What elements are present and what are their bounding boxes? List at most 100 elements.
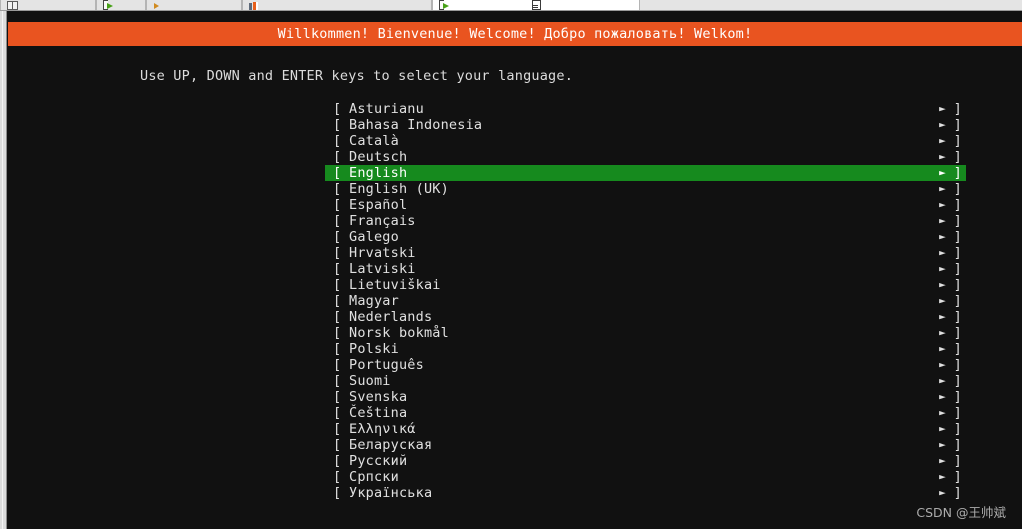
language-name: Suomi [349, 373, 391, 389]
close-bracket: ] [953, 453, 962, 469]
open-bracket: [ [333, 341, 342, 357]
open-bracket: [ [333, 357, 342, 373]
close-bracket: ] [953, 101, 962, 117]
taskbar-item-1[interactable] [96, 0, 146, 10]
language-name: Magyar [349, 293, 399, 309]
open-bracket: [ [333, 293, 342, 309]
language-item-selected[interactable]: [English ►] [325, 165, 966, 181]
language-item[interactable]: [Hrvatski ►] [325, 245, 966, 261]
submenu-arrow-icon: ► [939, 166, 946, 179]
language-item[interactable]: [Asturianu ►] [325, 101, 966, 117]
windows-taskbar[interactable] [0, 0, 1022, 11]
language-name: Српски [349, 469, 399, 485]
close-bracket: ] [953, 261, 962, 277]
language-name: Беларуская [349, 437, 433, 453]
taskbar-item-4[interactable] [432, 0, 640, 10]
language-item[interactable]: [Latviski ►] [325, 261, 966, 277]
language-name: Nederlands [349, 309, 433, 325]
language-name: Norsk bokmål [349, 325, 449, 341]
submenu-arrow-icon: ► [939, 102, 946, 115]
submenu-arrow-icon: ► [939, 374, 946, 387]
submenu-arrow-icon: ► [939, 150, 946, 163]
close-bracket: ] [953, 357, 962, 373]
submenu-arrow-icon: ► [939, 470, 946, 483]
language-item[interactable]: [ Deutsch ►] [325, 149, 966, 165]
close-bracket: ] [953, 181, 962, 197]
close-bracket: ] [953, 341, 962, 357]
submenu-arrow-icon: ► [939, 438, 946, 451]
language-item[interactable]: [ Nederlands ►] [325, 309, 966, 325]
language-name: Lietuviškai [349, 277, 441, 293]
close-bracket: ] [953, 197, 962, 213]
language-item[interactable]: [Українська ►] [325, 485, 966, 501]
open-bracket: [ [333, 277, 342, 293]
language-name: Bahasa Indonesia [349, 117, 483, 133]
language-item[interactable]: [Magyar ►] [325, 293, 966, 309]
language-item[interactable]: [Norsk bokmål ►] [325, 325, 966, 341]
language-name: Galego [349, 229, 399, 245]
language-name: Svenska [349, 389, 408, 405]
submenu-arrow-icon: ► [939, 134, 946, 147]
submenu-arrow-icon: ► [939, 246, 946, 259]
submenu-arrow-icon: ► [939, 198, 946, 211]
language-item[interactable]: [Bahasa Indonesia ►] [325, 117, 966, 133]
open-bracket: [ [333, 149, 342, 165]
taskbar-item-2[interactable] [146, 0, 242, 10]
close-bracket: ] [953, 421, 962, 437]
submenu-arrow-icon: ► [939, 454, 946, 467]
open-bracket: [ [333, 213, 342, 229]
language-item[interactable]: [ Suomi ►] [325, 373, 966, 389]
language-item[interactable]: [Français ►] [325, 213, 966, 229]
language-name: Deutsch [349, 149, 408, 165]
welcome-banner: Willkommen! Bienvenue! Welcome! Добро по… [8, 22, 1022, 46]
language-list[interactable]: [Asturianu ►] [Bahasa Indonesia ►] [Català ►]… [325, 101, 966, 501]
open-bracket: [ [333, 389, 342, 405]
language-item[interactable]: [Català ►] [325, 133, 966, 149]
language-name: Українська [349, 485, 433, 501]
language-item[interactable]: [Svenska ►] [325, 389, 966, 405]
language-item[interactable]: [Español ►] [325, 197, 966, 213]
language-item[interactable]: [English (UK) ►] [325, 181, 966, 197]
language-item[interactable]: [Српски ►] [325, 469, 966, 485]
language-item[interactable]: [Lietuviškai ►] [325, 277, 966, 293]
close-bracket: ] [953, 277, 962, 293]
submenu-arrow-icon: ► [939, 358, 946, 371]
open-bracket: [ [333, 181, 342, 197]
language-item[interactable]: [Português ►] [325, 357, 966, 373]
language-name: Español [349, 197, 408, 213]
close-bracket: ] [953, 373, 962, 389]
close-bracket: ] [953, 165, 962, 181]
language-item[interactable]: [Čeština ►] [325, 405, 966, 421]
language-item[interactable]: [Беларуская ►] [325, 437, 966, 453]
file-explorer-icon [7, 1, 18, 10]
close-bracket: ] [953, 469, 962, 485]
open-bracket: [ [333, 101, 342, 117]
language-item[interactable]: [Polski ►] [325, 341, 966, 357]
open-bracket: [ [333, 309, 342, 325]
open-bracket: [ [333, 485, 342, 501]
open-bracket: [ [333, 261, 342, 277]
terminal-window: Willkommen! Bienvenue! Welcome! Добро по… [0, 11, 1022, 529]
language-name: Ελληνικά [349, 421, 416, 437]
taskbar-item-3[interactable] [242, 0, 432, 10]
submenu-arrow-icon: ► [939, 262, 946, 275]
close-bracket: ] [953, 309, 962, 325]
language-name: Čeština [349, 405, 408, 421]
open-bracket: [ [333, 117, 342, 133]
language-item[interactable]: [Galego ►] [325, 229, 966, 245]
language-name: Hrvatski [349, 245, 416, 261]
close-bracket: ] [953, 133, 962, 149]
language-item[interactable]: [Русский ►] [325, 453, 966, 469]
submenu-arrow-icon: ► [939, 310, 946, 323]
open-bracket: [ [333, 373, 342, 389]
language-item[interactable]: [Ελληνικά ►] [325, 421, 966, 437]
desktop-screen: Willkommen! Bienvenue! Welcome! Добро по… [0, 0, 1022, 529]
open-bracket: [ [333, 405, 342, 421]
close-bracket: ] [953, 149, 962, 165]
close-bracket: ] [953, 485, 962, 501]
window-left-border [0, 11, 7, 529]
close-bracket: ] [953, 117, 962, 133]
taskbar-empty-area [640, 0, 1022, 10]
taskbar-item-0[interactable] [0, 0, 96, 10]
language-name: English (UK) [349, 181, 449, 197]
